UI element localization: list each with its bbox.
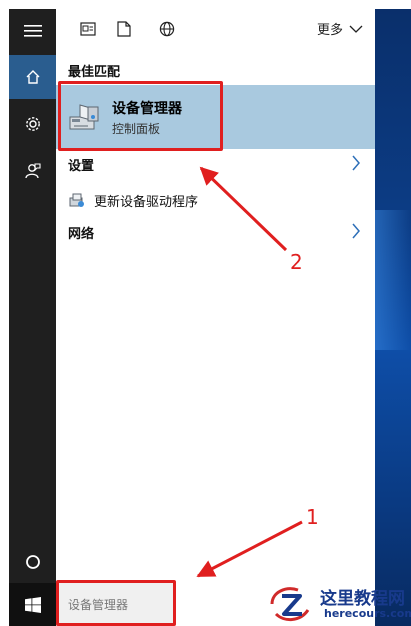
watermark-url: herecours.com — [324, 607, 411, 620]
annotation-number-2: 2 — [290, 250, 303, 274]
watermark: 这里教程网 herecours.com — [268, 582, 411, 626]
arrow-to-search — [196, 520, 303, 578]
watermark-title: 这里教程网 — [320, 589, 405, 609]
annotation-arrows — [196, 166, 303, 578]
watermark-logo-icon — [270, 587, 310, 621]
annotation-number-1: 1 — [306, 505, 319, 529]
arrow-to-best-match — [199, 166, 288, 252]
